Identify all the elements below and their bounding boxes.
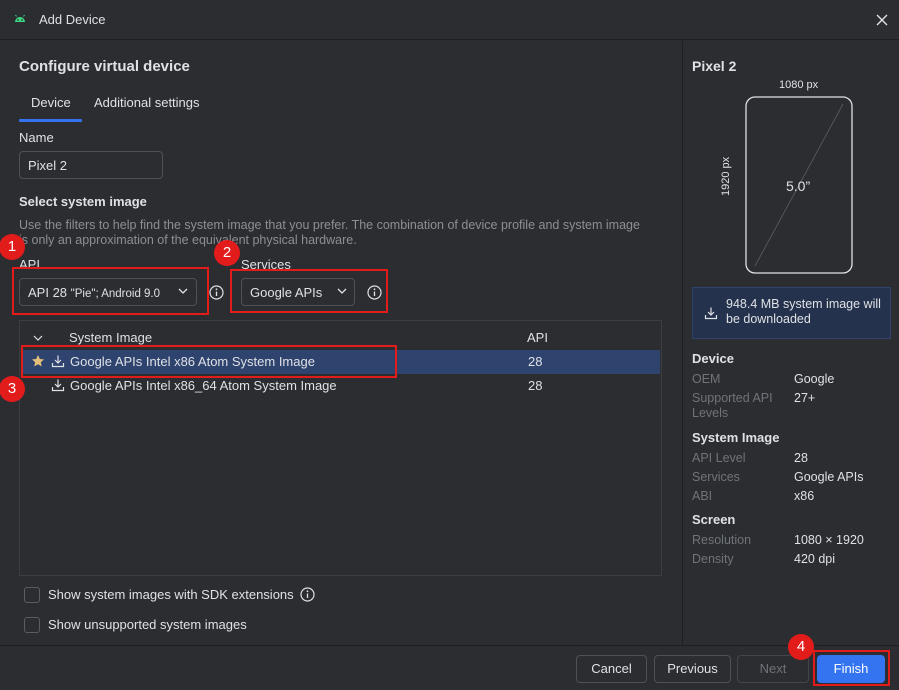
preview-height: 1920 px [720,156,732,196]
download-notice: 948.4 MB system image will be downloaded [692,287,891,339]
api-dropdown-value: API 28 [28,285,68,300]
annotation-badge: 2 [214,240,240,266]
density-value: 420 dpi [794,552,836,566]
screen-heading: Screen [692,512,736,527]
android-icon [15,14,25,22]
oem-value: Google [794,372,835,386]
device-heading: Device [692,351,734,366]
column-header-api[interactable]: API [527,330,548,345]
device-name: Pixel 2 [692,58,737,74]
tab-device[interactable]: Device [31,95,71,110]
name-label: Name [19,130,54,145]
supported-api-levels-key: Supported API Levels [692,391,773,420]
density-key: Density [692,552,734,566]
close-icon [876,14,888,26]
page-title: Configure virtual device [19,58,190,75]
annotation-badge: 3 [0,376,25,402]
table-row[interactable]: Google APIs Intel x86_64 Atom System Ima… [21,374,660,398]
api-dropdown-detail: "Pie"; Android 9.0 [70,288,161,300]
resolution-value: 1080 × 1920 [794,533,864,547]
dialog-footer: Cancel Previous Next Finish [0,645,899,690]
services-key: Services [692,470,740,484]
finish-button[interactable]: Finish [817,655,885,683]
configure-pane: Configure virtual device Device Addition… [0,41,682,645]
preview-screen-size: 5.0” [786,178,811,194]
sdk-extensions-label: Show system images with SDK extensions [48,587,294,602]
api-level-value: 28 [794,451,808,465]
api-level-key: API Level [692,451,746,465]
services-dropdown[interactable]: Google APIs [241,278,355,306]
chevron-down-icon [178,288,188,294]
row-image-name: Google APIs Intel x86 Atom System Image [70,354,315,369]
resolution-key: Resolution [692,533,752,547]
services-label: Services [241,257,291,272]
row-api: 28 [528,354,543,369]
system-image-description: Use the filters to help find the system … [19,218,640,247]
name-field[interactable] [19,151,163,179]
api-dropdown[interactable]: API 28 "Pie"; Android 9.0 [19,278,197,306]
cancel-button[interactable]: Cancel [576,655,647,683]
oem-key: OEM [692,372,721,386]
unsupported-images-checkbox[interactable] [24,617,40,633]
api-label: API [19,257,40,272]
api-info-icon[interactable] [209,285,224,300]
star-icon [32,355,44,367]
table-row[interactable]: Google APIs Intel x86 Atom System Image … [21,350,660,374]
supported-api-levels-value: 27+ [794,391,816,405]
services-dropdown-value: Google APIs [250,285,323,300]
download-icon [51,379,65,392]
services-info-icon[interactable] [367,285,382,300]
row-image-name: Google APIs Intel x86_64 Atom System Ima… [70,378,337,393]
close-button[interactable] [873,11,891,29]
select-system-image-heading: Select system image [19,194,147,209]
tab-additional-settings[interactable]: Additional settings [94,95,200,110]
abi-value: x86 [794,489,815,503]
services-value: Google APIs [794,470,864,484]
sdk-extensions-info-icon[interactable] [300,587,315,602]
title-bar: Add Device [0,0,899,40]
system-image-table: System Image API Google APIs Intel x86 A… [19,320,662,576]
preview-width: 1080 px [779,79,819,91]
chevron-down-icon [337,288,347,294]
annotation-badge: 1 [0,234,25,260]
abi-key: ABI [692,489,713,503]
download-icon [51,355,65,368]
system-image-heading: System Image [692,430,780,445]
sdk-extensions-checkbox[interactable] [24,587,40,603]
download-notice-text: 948.4 MB system image will be downloaded [726,297,881,326]
device-details-panel: Pixel 2 1080 px 1920 px 5.0” 948.4 MB sy… [682,41,899,645]
annotation-badge: 4 [788,634,814,660]
tab-underline [19,119,82,122]
column-header-system-image[interactable]: System Image [69,330,152,345]
unsupported-images-label: Show unsupported system images [48,617,247,632]
window-title: Add Device [39,12,106,27]
download-icon [704,307,718,320]
row-api: 28 [528,378,543,393]
previous-button[interactable]: Previous [654,655,731,683]
collapse-icon[interactable] [32,332,44,344]
